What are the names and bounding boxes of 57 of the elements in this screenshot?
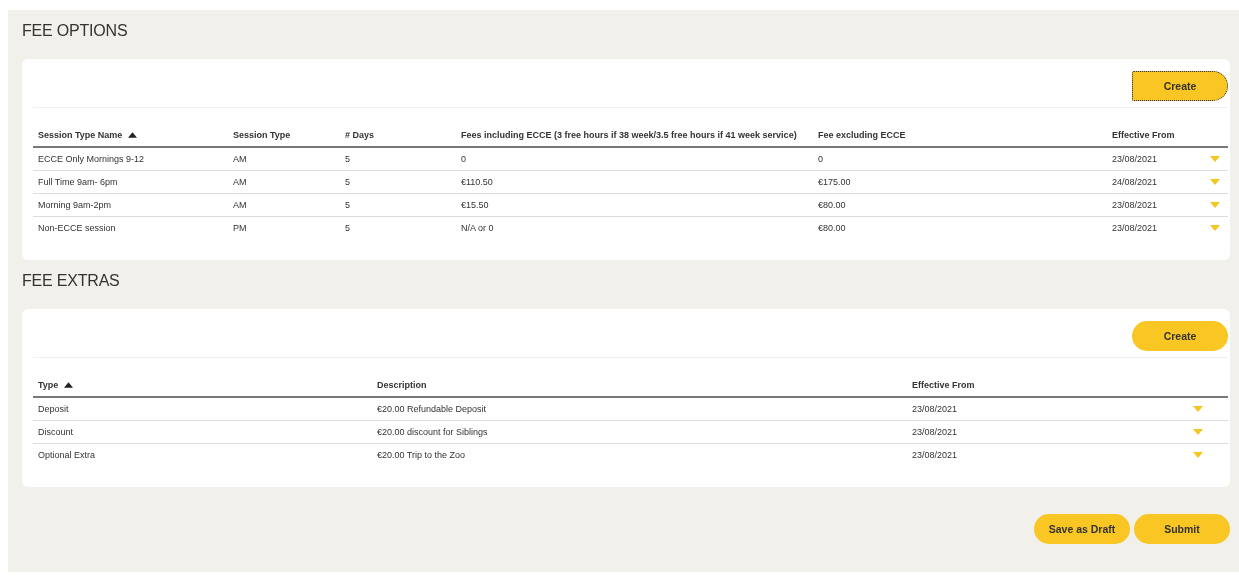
dropdown-caret-icon[interactable]: [1193, 429, 1203, 435]
table-cell: AM: [233, 200, 247, 210]
table-cell: 0: [461, 154, 466, 164]
column-header[interactable]: # Days: [345, 130, 375, 140]
dropdown-caret-icon[interactable]: [1193, 406, 1203, 412]
table-cell: €20.00 Refundable Deposit: [377, 404, 487, 414]
dropdown-caret-icon[interactable]: [1210, 202, 1220, 208]
table-cell: 5: [345, 154, 350, 164]
create-button[interactable]: Create: [1132, 71, 1228, 101]
column-header[interactable]: Session Type: [233, 130, 291, 140]
table-cell: 23/08/2021: [912, 404, 958, 414]
action-button[interactable]: Submit: [1134, 514, 1230, 544]
action-button[interactable]: Save as Draft: [1034, 514, 1130, 544]
table-cell: 5: [345, 200, 350, 210]
table-cell: 23/08/2021: [912, 450, 958, 460]
column-header[interactable]: Description: [377, 380, 427, 390]
table-cell: 5: [345, 223, 350, 233]
column-header[interactable]: Fees including ECCE (3 free hours if 38 week/3.5 free hours if 41 week service): [461, 130, 797, 140]
table-cell: 23/08/2021: [1112, 223, 1158, 233]
table-cell: €15.50: [461, 200, 489, 210]
table-cell: 23/08/2021: [1112, 154, 1158, 164]
column-header[interactable]: Effective From: [912, 380, 975, 390]
sort-ascending-icon[interactable]: [128, 132, 138, 138]
table-cell: 24/08/2021: [1112, 177, 1158, 187]
table-cell: €80.00: [818, 200, 846, 210]
table-cell: AM: [233, 154, 247, 164]
table-cell: €20.00 discount for Siblings: [377, 427, 488, 437]
table-cell: N/A or 0: [461, 223, 494, 233]
sort-ascending-icon[interactable]: [64, 382, 74, 388]
column-header[interactable]: Effective From: [1112, 130, 1175, 140]
dropdown-caret-icon[interactable]: [1210, 179, 1220, 185]
dropdown-caret-icon[interactable]: [1193, 452, 1203, 458]
table-cell: €175.00: [818, 177, 851, 187]
dropdown-caret-icon[interactable]: [1210, 156, 1220, 162]
table-cell: 23/08/2021: [912, 427, 958, 437]
table-cell: €80.00: [818, 223, 846, 233]
table-cell: 23/08/2021: [1112, 200, 1158, 210]
create-button[interactable]: Create: [1132, 321, 1228, 351]
column-header[interactable]: Type: [38, 380, 59, 390]
section-title: FEE OPTIONS: [22, 21, 129, 41]
table-cell: 0: [818, 154, 823, 164]
table-cell: Full Time 9am- 6pm: [38, 177, 118, 187]
table-cell: AM: [233, 177, 247, 187]
dropdown-caret-icon[interactable]: [1210, 225, 1220, 231]
table-cell: ECCE Only Mornings 9-12: [38, 154, 145, 164]
table-cell: Optional Extra: [38, 450, 96, 460]
section-title: FEE EXTRAS: [22, 271, 121, 291]
table-cell: PM: [233, 223, 247, 233]
table-cell: Discount: [38, 427, 73, 437]
table-cell: €110.50: [461, 177, 493, 187]
table-cell: 5: [345, 177, 350, 187]
table-cell: €20.00 Trip to the Zoo: [377, 450, 466, 460]
table-cell: Non-ECCE session: [38, 223, 116, 233]
column-header[interactable]: Session Type Name: [38, 130, 123, 140]
table-cell: Morning 9am-2pm: [38, 200, 112, 210]
column-header[interactable]: Fee excluding ECCE: [818, 130, 906, 140]
table-cell: Deposit: [38, 404, 69, 414]
